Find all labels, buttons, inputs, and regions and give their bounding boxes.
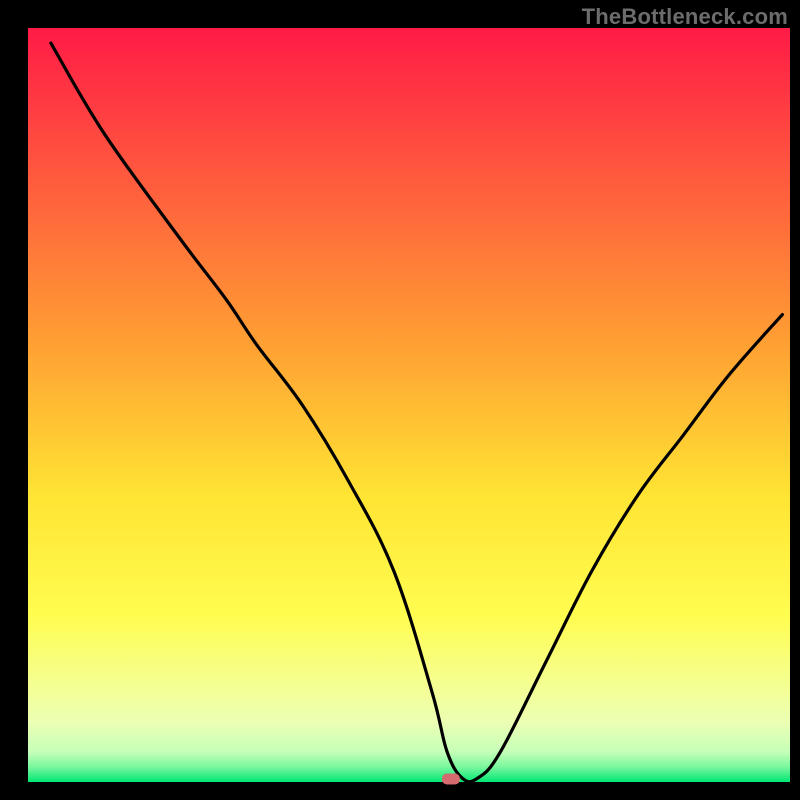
watermark-text: TheBottleneck.com xyxy=(582,4,788,30)
chart-container: TheBottleneck.com xyxy=(0,0,800,800)
chart-svg xyxy=(0,0,800,800)
min-marker xyxy=(442,773,460,784)
plot-area xyxy=(28,28,790,782)
